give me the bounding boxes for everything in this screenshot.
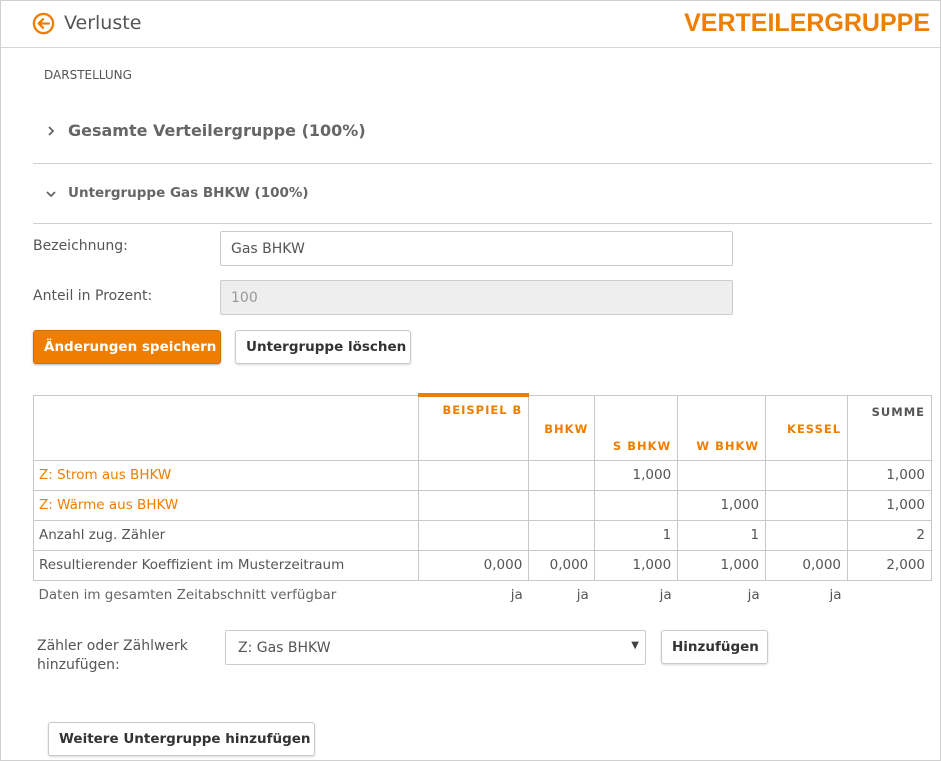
meter-table: BEISPIEL B BHKW S BHKW W BHKW KESSEL SUM… [32, 393, 932, 610]
table-cell [765, 459, 849, 491]
column-header[interactable]: W BHKW [677, 394, 767, 461]
table-cell: 1,000 [594, 459, 679, 491]
chevron-right-icon [48, 126, 55, 136]
table-cell [528, 459, 596, 491]
column-header[interactable]: BEISPIEL B [418, 393, 530, 461]
table-row: Anzahl zug. Zähler 1 1 2 [32, 519, 932, 551]
back-arrow-circle-icon[interactable] [32, 12, 55, 35]
table-cell: 2,000 [847, 549, 932, 581]
accordion-label: Untergruppe Gas BHKW (100%) [68, 185, 309, 201]
table-cell: 0,000 [418, 549, 530, 581]
table-row: Z: Wärme aus BHKW 1,000 1,000 [32, 489, 932, 521]
table-cell: ja [576, 587, 589, 604]
table-cell: 1,000 [847, 489, 932, 521]
accordion-label: Gesamte Verteilergruppe (100%) [68, 121, 366, 140]
section-heading: DARSTELLUNG [44, 68, 132, 82]
row-label: Daten im gesamten Zeitabschnitt verfügba… [38, 587, 337, 604]
row-label-link[interactable]: Z: Strom aus BHKW [32, 459, 420, 491]
row-label: Anzahl zug. Zähler [32, 519, 420, 551]
column-header[interactable]: BHKW [528, 394, 596, 461]
table-cell [677, 459, 767, 491]
delete-subgroup-button[interactable]: Untergruppe löschen [235, 330, 411, 364]
table-cell [848, 580, 932, 610]
add-meter-button[interactable]: Hinzufügen [661, 630, 768, 664]
table-cell [528, 489, 596, 521]
select-value: Z: Gas BHKW [238, 640, 331, 656]
back-link[interactable]: Verluste [64, 12, 141, 34]
page-title: VERTEILERGRUPPE [684, 9, 930, 37]
table-cell [765, 519, 849, 551]
share-input [220, 280, 733, 315]
table-cell: 1 [677, 519, 767, 551]
add-meter-label: Zähler oder Zählwerk hinzufügen: [37, 638, 188, 673]
name-label: Bezeichnung: [33, 238, 128, 254]
table-cell: ja [747, 587, 760, 604]
table-footer-row: Daten im gesamten Zeitabschnitt verfügba… [34, 580, 932, 610]
meter-select[interactable]: Z: Gas BHKW ▼ [225, 630, 646, 665]
table-cell [594, 489, 679, 521]
table-cell: 0,000 [765, 549, 849, 581]
chevron-down-icon [46, 191, 56, 198]
add-subgroup-button[interactable]: Weitere Untergruppe hinzufügen [48, 722, 315, 756]
table-cell: ja [659, 587, 672, 604]
corner-header [32, 394, 420, 461]
table-cell [418, 459, 530, 491]
table-cell: 1,000 [847, 459, 932, 491]
table-cell: 1 [594, 519, 679, 551]
table-cell: ja [829, 587, 842, 604]
top-bar: Verluste VERTEILERGRUPPE [1, 1, 940, 48]
table-cell: ja [510, 587, 523, 604]
table-cell [418, 519, 530, 551]
accordion-subgroup[interactable]: Untergruppe Gas BHKW (100%) [33, 164, 932, 224]
save-button[interactable]: Änderungen speichern [33, 330, 221, 364]
column-header[interactable]: S BHKW [594, 394, 679, 461]
share-label: Anteil in Prozent: [33, 288, 153, 304]
column-header: SUMME [847, 394, 932, 461]
row-label-link[interactable]: Z: Wärme aus BHKW [32, 489, 420, 521]
table-cell: 1,000 [594, 549, 679, 581]
row-label: Resultierender Koeffizient im Musterzeit… [32, 549, 420, 581]
table-cell [418, 489, 530, 521]
name-input[interactable] [220, 231, 733, 266]
column-header[interactable]: KESSEL [765, 394, 849, 461]
app-window: Verluste VERTEILERGRUPPE DARSTELLUNG Ges… [0, 0, 941, 761]
table-cell [528, 519, 596, 551]
accordion-total-group[interactable]: Gesamte Verteilergruppe (100%) [33, 101, 932, 164]
dropdown-caret-icon: ▼ [631, 640, 639, 651]
table-cell [765, 489, 849, 521]
table-row: Z: Strom aus BHKW 1,000 1,000 [32, 459, 932, 491]
table-cell: 1,000 [677, 549, 767, 581]
table-cell: 2 [847, 519, 932, 551]
table-row: Resultierender Koeffizient im Musterzeit… [32, 549, 932, 581]
table-cell: 0,000 [528, 549, 596, 581]
table-cell: 1,000 [677, 489, 767, 521]
